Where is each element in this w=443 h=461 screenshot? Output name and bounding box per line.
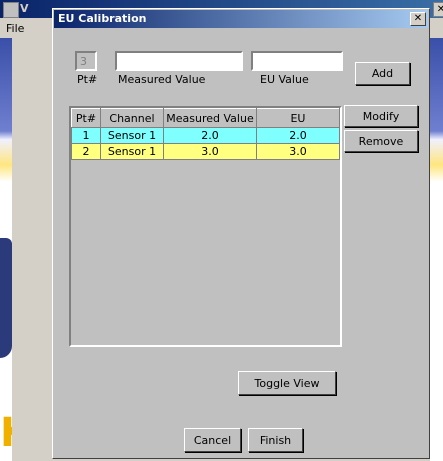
table-cell: 2 (71, 143, 101, 160)
table-cell: Sensor 1 (100, 127, 164, 144)
pt-number-field: 3 (75, 51, 97, 71)
background-artwork-right (430, 38, 443, 461)
column-header-measured-value[interactable]: Measured Value (163, 108, 257, 128)
background-close-icon[interactable]: ✕ (433, 2, 443, 17)
logo-letter: K (0, 408, 12, 458)
calibration-table-panel: Pt# Channel Measured Value EU 1 Sensor 1… (69, 106, 342, 347)
table-cell: 3.0 (256, 143, 340, 160)
table-cell: 2.0 (163, 127, 257, 144)
modify-button[interactable]: Modify (344, 105, 418, 127)
column-header-pt[interactable]: Pt# (71, 108, 101, 128)
remove-button[interactable]: Remove (344, 130, 418, 152)
calibration-table: Pt# Channel Measured Value EU 1 Sensor 1… (71, 108, 340, 160)
table-cell: 3.0 (163, 143, 257, 160)
close-icon[interactable]: ✕ (410, 12, 426, 26)
app-icon (3, 2, 19, 18)
measured-value-label: Measured Value (118, 73, 206, 86)
pt-label: Pt# (77, 73, 98, 86)
column-header-eu[interactable]: EU (256, 108, 340, 128)
eu-value-field[interactable] (251, 51, 343, 71)
toggle-view-button[interactable]: Toggle View (238, 371, 336, 395)
measured-value-field[interactable] (115, 51, 243, 71)
background-artwork-left: K (0, 38, 12, 461)
dialog-titlebar[interactable]: EU Calibration ✕ (54, 10, 428, 28)
eu-calibration-dialog: EU Calibration ✕ 3 Pt# Measured Value EU… (52, 8, 430, 459)
table-cell: 1 (71, 127, 101, 144)
table-row[interactable]: 1 Sensor 1 2.0 2.0 (71, 127, 340, 144)
background-title: V (20, 2, 29, 15)
table-cell: Sensor 1 (100, 143, 164, 160)
cancel-button[interactable]: Cancel (184, 428, 241, 452)
eu-value-label: EU Value (260, 73, 309, 86)
table-row[interactable]: 2 Sensor 1 3.0 3.0 (71, 143, 340, 160)
finish-button[interactable]: Finish (248, 428, 303, 452)
column-header-channel[interactable]: Channel (100, 108, 164, 128)
table-cell: 2.0 (256, 127, 340, 144)
logo-shape (0, 238, 12, 358)
dialog-title: EU Calibration (58, 12, 147, 25)
add-button[interactable]: Add (355, 62, 410, 85)
menu-file[interactable]: File (6, 22, 24, 35)
